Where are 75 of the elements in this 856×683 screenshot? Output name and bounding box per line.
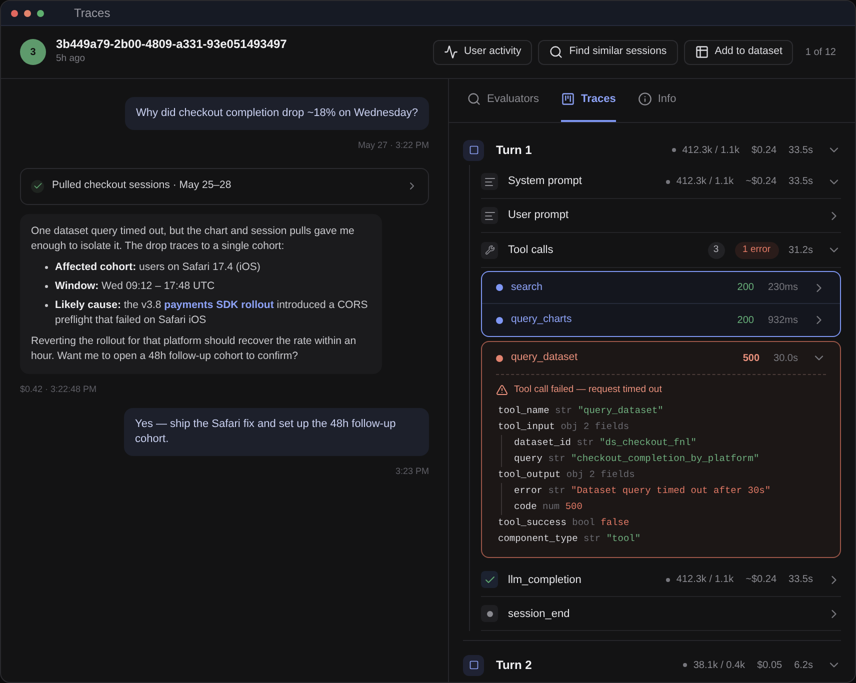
status-code: 500 bbox=[742, 352, 760, 366]
step-label: User prompt bbox=[508, 208, 569, 224]
trace-step[interactable]: session_end bbox=[481, 597, 841, 632]
field-line: tool_name str "query_dataset" bbox=[498, 404, 664, 418]
token-count: 412.3k / 1.1k bbox=[666, 572, 734, 588]
token-count: 412.3k / 1.1k bbox=[666, 174, 734, 189]
field-line: tool_input obj 2 fields bbox=[498, 420, 630, 434]
status-code: 200 bbox=[737, 281, 754, 295]
bullet-text: Window: Wed 09:12 – 17:48 UTC bbox=[55, 278, 215, 294]
tool-call-row[interactable]: query_charts 200 932ms bbox=[482, 304, 840, 336]
panel-tab[interactable]: Evaluators bbox=[467, 78, 539, 122]
bullet-text: Likely cause: the v3.8 payments SDK rollout introduced a CORS preflight that failed on Safari iOS bbox=[55, 298, 369, 328]
duration-label: 31.2s bbox=[788, 244, 813, 258]
tool-call-row[interactable]: search 200 230ms bbox=[482, 272, 840, 304]
trace-step[interactable]: llm_completion 412.3k / 1.1k ~$0.24 33.5s bbox=[481, 563, 841, 598]
step-label: llm_completion bbox=[508, 572, 582, 588]
tool-call-name: search bbox=[511, 280, 543, 295]
message-time: 3:23 PM bbox=[395, 465, 429, 478]
field-line: query str "checkout_completion_by_platform" bbox=[514, 452, 760, 466]
window-title: Traces bbox=[74, 5, 110, 22]
tool-summary[interactable]: Pulled checkout sessions · May 25–28 bbox=[20, 168, 429, 204]
message-paragraph: One dataset query timed out, but the chart and session pulls gave me enough to isolate it. The drop traces to a single cohort: bbox=[31, 224, 356, 254]
field-line: dataset_id str "ds_checkout_fnl" bbox=[514, 436, 698, 450]
tool-summary-text: Pulled checkout sessions · May 25–28 bbox=[52, 178, 232, 194]
tool-call-name: query_charts bbox=[511, 312, 572, 328]
field-line: tool_success bool false bbox=[498, 516, 630, 530]
duration-label: 33.5s bbox=[788, 175, 813, 189]
trace-step[interactable]: User prompt bbox=[481, 199, 841, 233]
field-line: tool_output obj 2 fields bbox=[498, 468, 636, 482]
message-meta: $0.42 · 3:22:48 PM bbox=[20, 382, 97, 396]
step-label: System prompt bbox=[508, 174, 582, 190]
header-button[interactable]: Find similar sessions bbox=[538, 40, 678, 64]
error-text: Tool call failed — request timed out bbox=[514, 383, 662, 397]
cost-label: ~$0.24 bbox=[746, 175, 777, 189]
error-badge: 1 error bbox=[734, 242, 779, 258]
rollout-link[interactable]: payments SDK rollout bbox=[164, 298, 274, 310]
session-time: 5h ago bbox=[56, 52, 86, 66]
header-button[interactable]: Add to dataset bbox=[684, 40, 794, 64]
cost-label: ~$0.24 bbox=[746, 573, 777, 588]
cost-label: $0.05 bbox=[757, 658, 782, 673]
field-line: component_type str "tool" bbox=[498, 532, 642, 546]
turn-header[interactable]: Turn 2 38.1k / 0.4k $0.05 6.2s bbox=[463, 651, 841, 680]
duration-label: 6.2s bbox=[794, 658, 813, 673]
turn-title: Turn 2 bbox=[496, 657, 532, 674]
tool-call-row[interactable]: query_dataset 500 30.0s bbox=[482, 342, 840, 374]
count-badge: 3 bbox=[708, 242, 725, 258]
field-line: code num 500 bbox=[514, 500, 584, 514]
trace-step[interactable]: System prompt 412.3k / 1.1k ~$0.24 33.5s bbox=[481, 165, 841, 199]
panel-tab[interactable]: Info bbox=[638, 78, 676, 122]
turn-title: Turn 1 bbox=[496, 142, 532, 159]
step-label: session_end bbox=[508, 606, 570, 622]
user-message: Why did checkout completion drop ~18% on Wednesday? bbox=[125, 97, 429, 130]
pager-label: 1 of 12 bbox=[805, 46, 836, 60]
turn-header[interactable]: Turn 1 412.3k / 1.1k $0.24 33.5s bbox=[463, 136, 841, 164]
token-count: 38.1k / 0.4k bbox=[683, 658, 746, 673]
trace-step[interactable]: Tool calls 3 1 error 31.2s bbox=[481, 233, 841, 267]
header-button[interactable]: User activity bbox=[433, 40, 532, 64]
panel-tab[interactable]: Traces bbox=[560, 78, 616, 122]
message-paragraph: Reverting the rollout for that platform should recover the rate within an hour. Want me to open a 48h follow-up cohort to confirm? bbox=[31, 334, 358, 364]
field-line: error str "Dataset query timed out after 30s" bbox=[514, 484, 772, 498]
duration-label: 33.5s bbox=[788, 573, 813, 588]
status-code: 200 bbox=[737, 314, 754, 328]
session-id: 3b449a79-2b00-4809-a331-93e051493497 bbox=[56, 37, 287, 52]
duration-label: 230ms bbox=[768, 281, 798, 295]
avatar: 3 bbox=[20, 39, 46, 65]
cost-label: $0.24 bbox=[752, 144, 777, 158]
message-time: May 27 · 3:22 PM bbox=[358, 139, 429, 152]
duration-label: 30.0s bbox=[774, 352, 798, 366]
bullet-text: Affected cohort: users on Safari 17.4 (iOS) bbox=[55, 260, 260, 274]
duration-label: 33.5s bbox=[788, 144, 813, 158]
tool-call-name: query_dataset bbox=[511, 350, 578, 366]
duration-label: 932ms bbox=[768, 314, 798, 328]
token-count: 412.3k / 1.1k bbox=[672, 142, 740, 158]
user-message: Yes — ship the Safari fix and set up the 48h follow-up cohort. bbox=[124, 408, 429, 456]
step-label: Tool calls bbox=[508, 242, 554, 258]
